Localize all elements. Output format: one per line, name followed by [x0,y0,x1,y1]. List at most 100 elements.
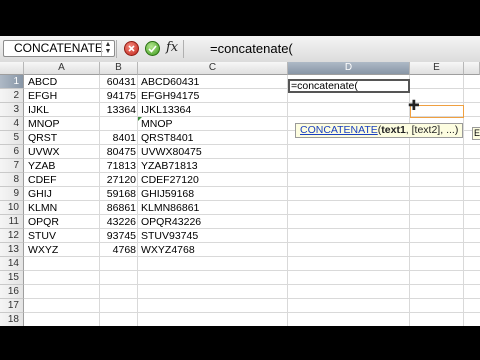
cell-c[interactable]: WXYZ4768 [141,243,195,257]
gridline [24,242,480,243]
row-header[interactable]: 2 [0,89,24,103]
cell-b[interactable] [100,257,136,271]
row-header[interactable]: 7 [0,159,24,173]
divider [116,40,117,58]
column-header-e[interactable]: E [410,62,464,75]
row-header[interactable]: 16 [0,285,24,299]
active-cell-editor[interactable]: =concatenate( [288,79,410,93]
insert-function-button[interactable]: fx [166,40,178,55]
cell-c[interactable]: QRST8401 [141,131,194,145]
cell-b[interactable]: 94175 [100,89,136,103]
column-header-c[interactable]: C [138,62,288,75]
row-header[interactable]: 14 [0,257,24,271]
cell-a[interactable]: WXYZ [28,243,58,257]
row-header[interactable]: 9 [0,187,24,201]
cell-a[interactable]: STUV [28,229,56,243]
cell-b[interactable] [100,313,136,326]
gridline [24,200,480,201]
cell-b[interactable]: 80475 [100,145,136,159]
cell-c[interactable]: CDEF27120 [141,173,199,187]
secondary-tooltip-text: E [474,128,480,138]
cancel-button[interactable] [124,41,139,56]
gridline [24,214,480,215]
cell-a[interactable]: ABCD [28,75,57,89]
name-box[interactable]: CONCATENATE ▲ ▼ [3,40,115,57]
row-header[interactable]: 12 [0,229,24,243]
cell-a[interactable]: CDEF [28,173,57,187]
cell-c[interactable]: MNOP [141,117,173,131]
row-header[interactable]: 13 [0,243,24,257]
cell-b[interactable]: 59168 [100,187,136,201]
name-box-value: CONCATENATE [14,41,103,55]
video-frame: CONCATENATE ▲ ▼ fx =concatenate( A B C D E 1 AB… [0,0,480,360]
name-box-dropdown-icon[interactable]: ▲ ▼ [101,41,114,56]
cell-a[interactable]: YZAB [28,159,55,173]
cell-a[interactable]: IJKL [28,103,49,117]
cancel-x-icon [128,45,135,52]
row-header[interactable]: 6 [0,145,24,159]
cell-b[interactable]: 93745 [100,229,136,243]
gridline [24,298,480,299]
cell-b[interactable]: 13364 [100,103,136,117]
cell-c[interactable]: OPQR43226 [141,215,201,229]
cell-c[interactable]: IJKL13364 [141,103,191,117]
cell-b[interactable]: 27120 [100,173,136,187]
row-header[interactable]: 3 [0,103,24,117]
row-header[interactable]: 5 [0,131,24,145]
cell-b[interactable] [100,117,136,131]
cell-b[interactable]: 8401 [100,131,136,145]
spreadsheet-window: CONCATENATE ▲ ▼ fx =concatenate( A B C D E 1 AB… [0,36,480,326]
cell-a[interactable]: KLMN [28,201,57,215]
gridline [24,172,480,173]
cell-a[interactable]: QRST [28,131,57,145]
row-header[interactable]: 17 [0,299,24,313]
cell-c[interactable]: GHIJ59168 [141,187,194,201]
cell-b[interactable] [100,271,136,285]
cell-c[interactable]: EFGH94175 [141,89,199,103]
cell-b[interactable] [100,299,136,313]
formula-bar: CONCATENATE ▲ ▼ fx =concatenate( [0,36,480,63]
row-header[interactable]: 1 [0,75,24,89]
cell-c[interactable]: UVWX80475 [141,145,202,159]
gridline [24,186,480,187]
cell-c[interactable]: ABCD60431 [141,75,199,89]
error-indicator-icon [138,117,142,121]
column-header-b[interactable]: B [100,62,138,75]
cell-a[interactable]: MNOP [28,117,60,131]
row-header[interactable]: 10 [0,201,24,215]
row-header[interactable]: 11 [0,215,24,229]
cell-c[interactable]: KLMN86861 [141,201,199,215]
tooltip-arg1: text1 [381,124,406,136]
cell-b[interactable]: 43226 [100,215,136,229]
cell-a[interactable]: OPQR [28,215,59,229]
formula-input[interactable]: =concatenate( [210,40,293,57]
gridline [24,144,480,145]
cell-b[interactable]: 60431 [100,75,136,89]
cell-b[interactable]: 71813 [100,159,136,173]
cell-a[interactable]: EFGH [28,89,57,103]
row-header[interactable]: 4 [0,117,24,131]
cell-b[interactable] [100,285,136,299]
column-header-d[interactable]: D [288,62,410,75]
function-help-link[interactable]: CONCATENATE [300,124,378,136]
gridline [24,284,480,285]
row-header[interactable]: 18 [0,313,24,326]
enter-button[interactable] [145,41,160,56]
row-header[interactable]: 15 [0,271,24,285]
cell-c[interactable]: YZAB71813 [141,159,198,173]
row-header[interactable]: 8 [0,173,24,187]
cell-b[interactable]: 4768 [100,243,136,257]
cell-b[interactable]: 86861 [100,201,136,215]
column-header-overflow [464,62,480,75]
cell-a[interactable]: GHIJ [28,187,52,201]
gridline [24,270,480,271]
gridline [24,88,480,89]
cell-a[interactable]: UVWX [28,145,60,159]
divider [183,40,184,58]
select-all-corner[interactable] [0,62,24,75]
function-tooltip: CONCATENATE(text1, [text2], ...) [295,123,464,138]
column-header-a[interactable]: A [24,62,100,75]
secondary-tooltip: E [472,127,480,140]
cell-c[interactable]: STUV93745 [141,229,198,243]
gridline [24,256,480,257]
